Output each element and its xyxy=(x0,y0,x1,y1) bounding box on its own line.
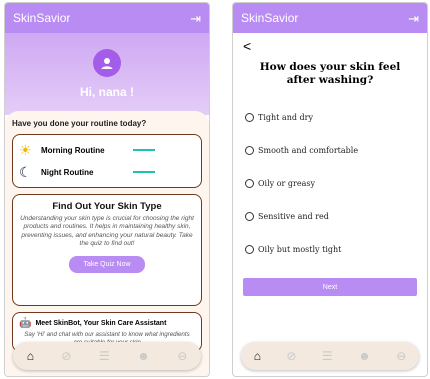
routine-label: Morning Routine xyxy=(41,145,105,155)
logout-icon[interactable]: ⇥ xyxy=(408,12,419,25)
greeting: Hi, nana ! xyxy=(79,85,134,99)
checklist-icon[interactable]: ☰ xyxy=(322,349,333,363)
profile-icon[interactable]: ⊖ xyxy=(177,349,187,363)
user-icon xyxy=(101,58,113,69)
sun-icon: ☀ xyxy=(19,141,32,158)
profile-header: Hi, nana ! xyxy=(5,33,209,115)
app-bar: SkinSavior ⇥ xyxy=(233,3,427,33)
back-button[interactable]: < xyxy=(243,39,427,53)
checklist-icon[interactable]: ☰ xyxy=(99,349,110,363)
check-circle-icon[interactable]: ⊘ xyxy=(61,349,71,363)
option-oily-or-greasy[interactable]: Oily or greasy xyxy=(233,167,427,200)
option-tight-and-dry[interactable]: Tight and dry xyxy=(233,101,427,134)
home-icon[interactable]: ⌂ xyxy=(254,349,261,363)
robot-icon[interactable]: ☻ xyxy=(358,349,371,363)
option-label: Oily or greasy xyxy=(258,179,315,189)
option-label: Sensitive and red xyxy=(258,212,329,222)
routine-progress xyxy=(133,149,155,151)
avatar xyxy=(93,49,121,77)
routine-label: Night Routine xyxy=(41,167,94,177)
app-title: SkinSavior xyxy=(241,11,299,25)
radio-button[interactable] xyxy=(245,179,254,189)
robot-icon: 🤖 xyxy=(19,318,32,329)
bottom-nav: ⌂ ⊘ ☰ ☻ ⊖ xyxy=(241,342,419,370)
option-label: Tight and dry xyxy=(258,113,313,123)
option-label: Smooth and comfortable xyxy=(258,146,359,156)
option-sensitive-and-red[interactable]: Sensitive and red xyxy=(233,200,427,233)
night-routine-row[interactable]: ☾ Night Routine xyxy=(19,161,195,183)
radio-button[interactable] xyxy=(245,245,254,255)
profile-icon[interactable]: ⊖ xyxy=(396,349,406,363)
app-bar: SkinSavior ⇥ xyxy=(5,3,209,33)
radio-button[interactable] xyxy=(245,113,254,123)
robot-icon[interactable]: ☻ xyxy=(137,349,150,363)
option-oily-but-mostly-tight[interactable]: Oily but mostly tight xyxy=(233,233,427,266)
app-title: SkinSavior xyxy=(13,11,71,25)
routine-question: Have you done your routine today? xyxy=(12,119,147,128)
home-content: Have you done your routine today? ☀ Morn… xyxy=(5,111,209,376)
quiz-description: Understanding your skin type is crucial … xyxy=(20,215,194,248)
moon-icon: ☾ xyxy=(19,163,32,180)
logout-icon[interactable]: ⇥ xyxy=(190,12,201,25)
radio-button[interactable] xyxy=(245,212,254,222)
home-screen: SkinSavior ⇥ Hi, nana ! Have you done yo… xyxy=(4,2,210,377)
quiz-card: Find Out Your Skin Type Understanding yo… xyxy=(12,194,202,306)
take-quiz-button[interactable]: Take Quiz Now xyxy=(69,255,145,273)
routine-progress xyxy=(133,171,155,173)
skinbot-title: Meet SkinBot, Your Skin Care Assistant xyxy=(35,320,167,327)
option-label: Oily but mostly tight xyxy=(258,245,342,255)
home-icon[interactable]: ⌂ xyxy=(27,349,34,363)
option-smooth-and-comfortable[interactable]: Smooth and comfortable xyxy=(233,134,427,167)
next-button[interactable]: Next xyxy=(243,278,417,297)
answer-options: Tight and dry Smooth and comfortable Oil… xyxy=(233,101,427,266)
bottom-nav: ⌂ ⊘ ☰ ☻ ⊖ xyxy=(13,342,201,370)
quiz-question: How does your skin feel after washing? xyxy=(259,61,401,87)
routine-card: ☀ Morning Routine ☾ Night Routine xyxy=(12,134,202,188)
morning-routine-row[interactable]: ☀ Morning Routine xyxy=(19,139,195,161)
radio-button[interactable] xyxy=(245,146,254,156)
quiz-title: Find Out Your Skin Type xyxy=(52,201,162,212)
quiz-screen: SkinSavior ⇥ < How does your skin feel a… xyxy=(232,2,428,377)
check-circle-icon[interactable]: ⊘ xyxy=(286,349,296,363)
